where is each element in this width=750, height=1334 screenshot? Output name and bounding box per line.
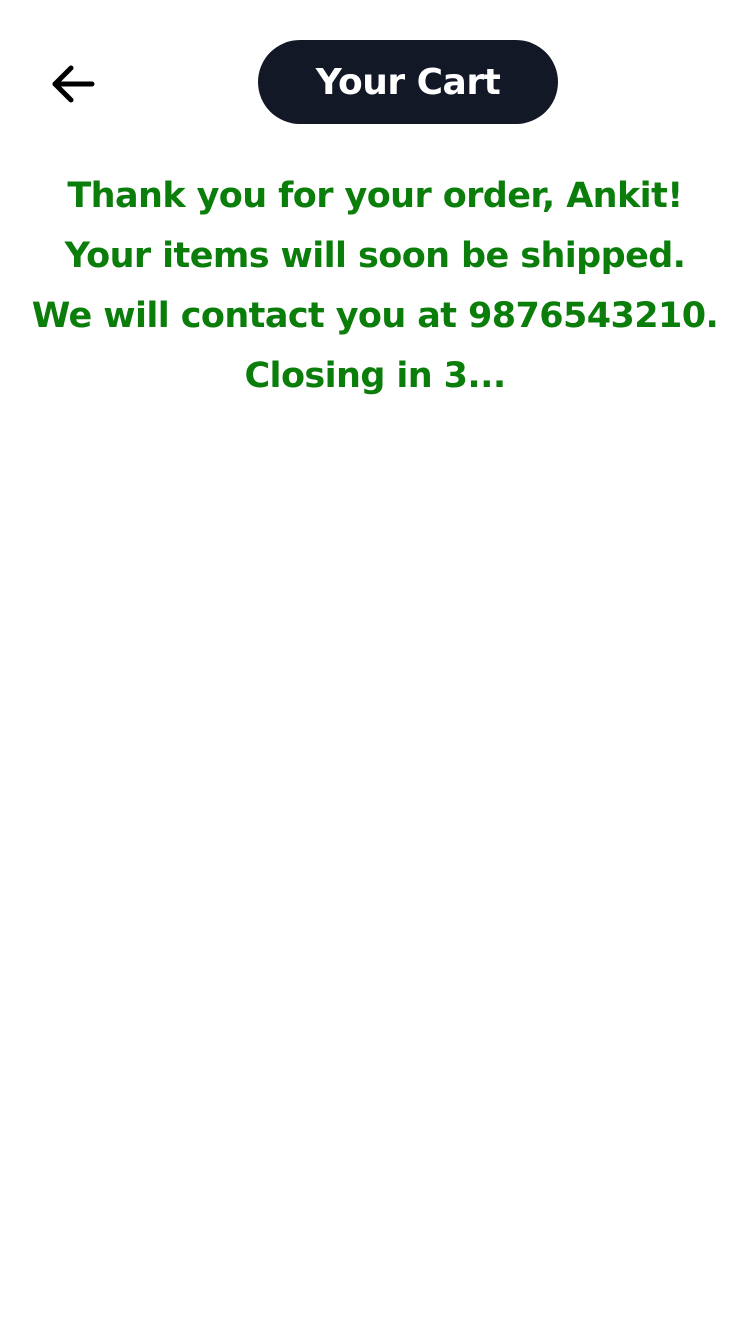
back-button[interactable]	[44, 56, 100, 112]
page-title: Your Cart	[258, 40, 558, 124]
contact-text: We will contact you at 9876543210.	[31, 296, 719, 336]
closing-countdown-text: Closing in 3...	[244, 356, 506, 396]
shipping-text: Your items will soon be shipped.	[64, 236, 686, 276]
arrow-left-icon	[52, 65, 95, 103]
thank-you-text: Thank you for your order, Ankit!	[67, 176, 683, 216]
order-confirmation-screen: Your Cart Thank you for your order, Anki…	[0, 0, 750, 1334]
header: Your Cart	[0, 40, 750, 124]
confirmation-message: Thank you for your order, Ankit! Your it…	[20, 166, 730, 406]
